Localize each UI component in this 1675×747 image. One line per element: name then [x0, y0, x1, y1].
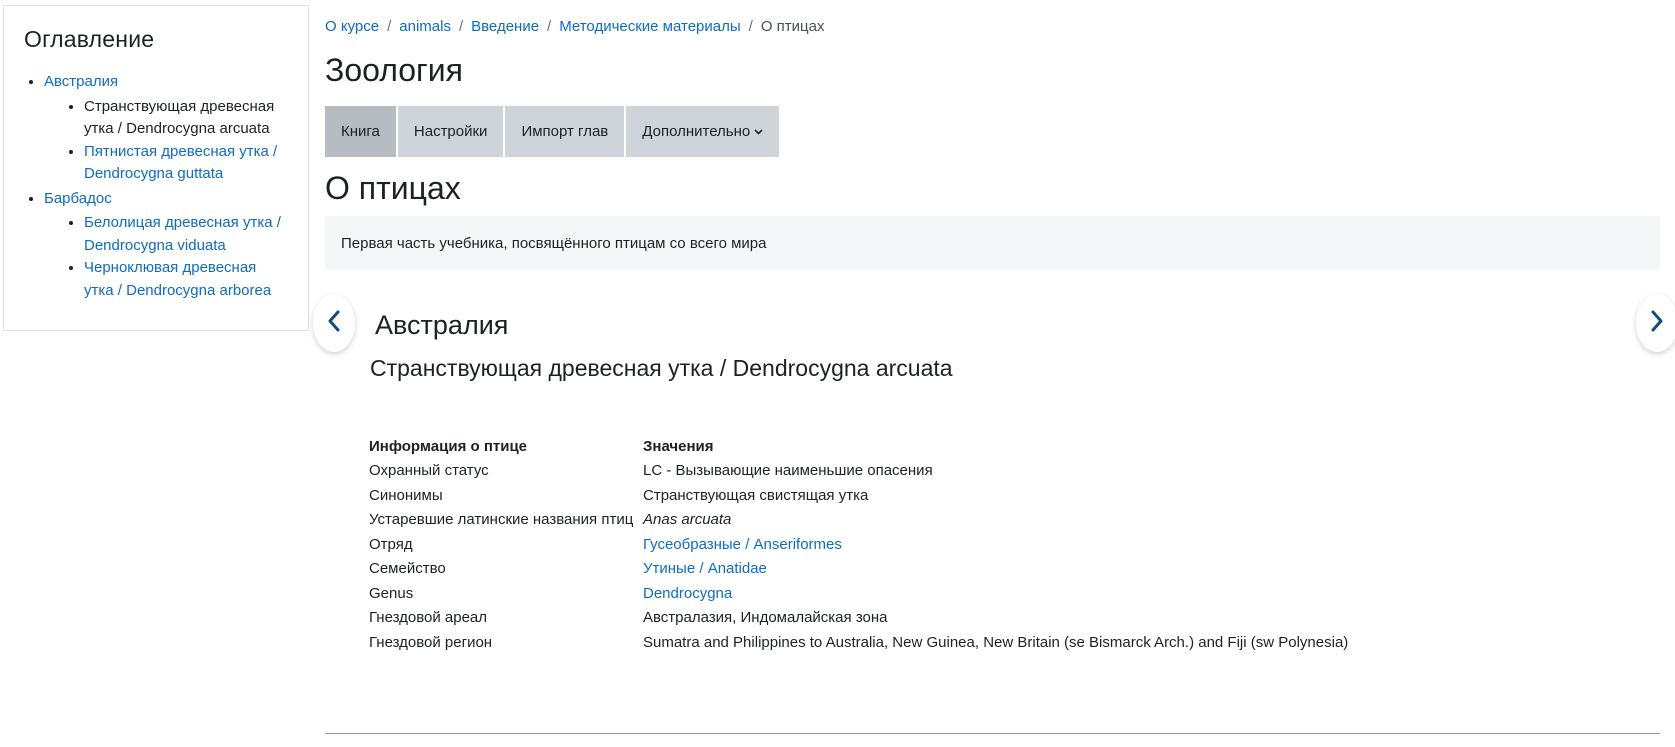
chapter-subtitle: Странствующая древесная утка / Dendrocyg… — [370, 355, 953, 381]
table-cell-value: Anas arcuata — [643, 511, 732, 529]
table-cell-key: Синонимы — [369, 486, 443, 504]
toc-link-white-faced-whistling-duck[interactable]: Белолицая древесная утка / Dendrocygna v… — [84, 214, 281, 254]
tab-label: Книга — [341, 123, 380, 140]
chapter-title: Австралия — [375, 310, 509, 340]
table-row: Семейство Утиные / Anatidae — [369, 557, 1350, 582]
section-title: О птицах — [325, 170, 461, 206]
chevron-right-icon — [1649, 310, 1665, 337]
toc-item-barbados: Барбадос Белолицая древесная утка / Dend… — [44, 188, 288, 303]
toc-link-barbados[interactable]: Барбадос — [44, 190, 112, 207]
toc-title: Оглавление — [24, 26, 155, 52]
table-row: Гнездовой регион Sumatra and Philippines… — [369, 630, 1350, 655]
toc-link-spotted-whistling-duck[interactable]: Пятнистая древесная утка / Dendrocygna g… — [84, 143, 277, 183]
breadcrumb-separator: / — [547, 18, 552, 35]
toc-subitem: Черноклювая древесная утка / Dendrocygna… — [84, 257, 288, 302]
genus-link[interactable]: Dendrocygna — [643, 585, 732, 602]
toc-current-chapter: Странствующая древесная утка / Dendrocyg… — [84, 97, 275, 138]
table-cell-value: Странствующая свистящая утка — [643, 486, 869, 504]
breadcrumb-materials[interactable]: Методические материалы — [559, 18, 740, 35]
toc-link-west-indian-whistling-duck[interactable]: Черноклювая древесная утка / Dendrocygna… — [84, 259, 271, 299]
table-cell-value: Dendrocygna — [643, 581, 1350, 606]
breadcrumb-course[interactable]: О курсе — [325, 18, 379, 35]
book-summary: Первая часть учебника, посвящённого птиц… — [325, 216, 1660, 270]
table-cell-key: Гнездовой ареал — [369, 609, 488, 627]
column-header: Значения — [643, 437, 714, 455]
table-of-contents: Оглавление Австралия Странствующая древе… — [3, 5, 309, 331]
tab-book[interactable]: Книга — [325, 106, 396, 157]
table-cell-key: Отряд — [369, 535, 413, 553]
family-link[interactable]: Утиные / Anatidae — [643, 560, 767, 577]
tab-label: Импорт глав — [521, 123, 609, 140]
table-cell-key: Устаревшие латинские названия птиц — [369, 511, 634, 529]
chapter-content: Австралия Странствующая древесная утка /… — [370, 310, 953, 382]
toc-item-australia: Австралия Странствующая древесная утка /… — [44, 71, 288, 186]
toc-link-australia[interactable]: Австралия — [44, 73, 118, 90]
breadcrumb-intro[interactable]: Введение — [471, 18, 539, 35]
table-row: Охранный статус LC - Вызывающие наименьш… — [369, 459, 1350, 484]
toc-subitem: Пятнистая древесная утка / Dendrocygna g… — [84, 141, 288, 186]
table-cell-value: LC - Вызывающие наименьшие опасения — [643, 462, 933, 480]
breadcrumb: О курсе / animals / Введение / Методические ма… — [325, 18, 824, 35]
tab-more-dropdown[interactable]: Дополнительно — [626, 106, 780, 157]
previous-chapter-button[interactable] — [313, 294, 355, 352]
next-chapter-button[interactable] — [1636, 294, 1675, 352]
table-cell-key: Семейство — [369, 560, 446, 578]
table-row: Отряд Гусеобразные / Anseriformes — [369, 532, 1350, 557]
table-cell-key: Genus — [369, 584, 414, 602]
toc-list: Австралия Странствующая древесная утка /… — [24, 71, 288, 302]
tab-label: Дополнительно — [642, 123, 751, 140]
breadcrumb-animals[interactable]: animals — [399, 18, 451, 35]
table-row: Гнездовой ареал Австралазия, Индомалайск… — [369, 606, 1350, 631]
tab-settings[interactable]: Настройки — [397, 106, 504, 157]
secondary-navigation: Книга Настройки Импорт глав Дополнительн… — [325, 106, 781, 157]
breadcrumb-current: О птицах — [760, 18, 825, 35]
summary-text: Первая часть учебника, посвящённого птиц… — [341, 234, 767, 252]
column-header: Информация о птице — [369, 437, 528, 455]
table-cell-value: Гусеобразные / Anseriformes — [643, 532, 1350, 557]
breadcrumb-separator: / — [387, 18, 392, 35]
table-cell-value: Австралазия, Индомалайская зона — [643, 609, 888, 627]
bird-info-table: Информация о птице Значения Охранный ста… — [369, 434, 1350, 655]
tab-label: Настройки — [413, 123, 488, 140]
table-cell-key: Гнездовой регион — [369, 633, 493, 651]
table-row: Синонимы Странствующая свистящая утка — [369, 483, 1350, 508]
toc-subitem: Белолицая древесная утка / Dendrocygna v… — [84, 212, 288, 257]
table-row: Genus Dendrocygna — [369, 581, 1350, 606]
chevron-down-icon — [754, 126, 763, 138]
table-header-row: Информация о птице Значения — [369, 434, 1350, 459]
table-cell-value: Утиные / Anatidae — [643, 557, 1350, 582]
page-title: Зоология — [325, 52, 463, 88]
table-row: Устаревшие латинские названия птиц Anas … — [369, 508, 1350, 533]
order-link[interactable]: Гусеобразные / Anseriformes — [643, 536, 842, 553]
table-cell-key: Охранный статус — [369, 462, 489, 480]
breadcrumb-separator: / — [748, 18, 753, 35]
toc-subitem: Странствующая древесная утка / Dendrocyg… — [84, 96, 288, 141]
divider — [325, 733, 1660, 734]
chevron-left-icon — [326, 310, 342, 337]
tab-import-chapters[interactable]: Импорт глав — [505, 106, 625, 157]
breadcrumb-separator: / — [458, 18, 464, 35]
table-cell-value: Sumatra and Philippines to Australia, Ne… — [643, 633, 1349, 651]
